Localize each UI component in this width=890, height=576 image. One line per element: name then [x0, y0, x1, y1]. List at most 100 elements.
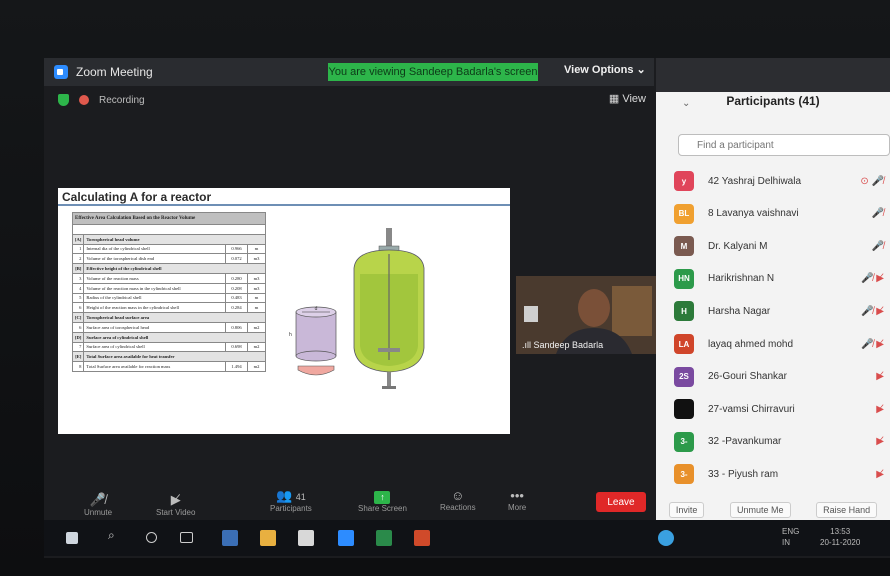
reactions-label: Reactions	[440, 503, 476, 512]
leave-button[interactable]: Leave	[596, 492, 646, 512]
taskbar-clock[interactable]: 13:53 20-11-2020	[820, 526, 860, 548]
outlet-valve	[387, 372, 391, 386]
participants-icon: 👥 41	[275, 488, 306, 503]
slide-title: Calculating A for a reactor	[62, 190, 212, 204]
height-label: h	[289, 332, 292, 338]
table-row: 7 Surface area of cylindrical shell 0.698 m…	[71, 341, 266, 353]
participants-button[interactable]: 👥 41 Participants	[270, 488, 312, 513]
unmute-label: Unmute	[84, 508, 113, 517]
participant-row[interactable]: 3- 32 -Pavankumar ▶̸	[674, 431, 890, 453]
participant-search-input[interactable]	[678, 134, 890, 156]
clock-time: 13:53	[830, 527, 851, 536]
lang-top: ENG	[782, 527, 800, 536]
participants-footer: Invite Unmute Me Raise Hand	[656, 498, 890, 522]
share-label: Share Screen	[358, 504, 407, 513]
table-cell-label: Surface area of cylindrical shell	[83, 331, 266, 343]
participant-row[interactable]: 2S 26-Gouri Shankar ▶̸	[674, 366, 890, 388]
excel-icon[interactable]	[376, 530, 392, 546]
more-dots-icon: •••	[510, 488, 524, 503]
table-cell-unit: m2	[247, 341, 266, 353]
store-icon[interactable]	[298, 530, 314, 546]
avatar: M	[674, 236, 694, 257]
unmute-button[interactable]: 🎤̸ Unmute	[84, 492, 112, 517]
table-cell-unit: m2	[247, 361, 266, 372]
participant-row[interactable]: M Dr. Kalyani M 🎤̸	[674, 235, 890, 257]
table-cell-num: 8	[71, 361, 85, 372]
share-screen-button[interactable]: ↑ Share Screen	[358, 488, 407, 513]
table-row: 8 Total Surface area available for reacti…	[71, 361, 266, 372]
table-cell-num: [A]	[71, 233, 85, 245]
avatar: LA	[674, 334, 694, 354]
table-cell-unit: m3	[247, 253, 266, 265]
table-spacer-row	[72, 224, 266, 235]
participant-row[interactable]: 27-vamsi Chirravuri ▶̸	[674, 398, 890, 420]
table-cell-value: 0.208	[225, 282, 248, 294]
participants-count: 41	[295, 492, 306, 502]
table-cell-value: 0.280	[225, 272, 248, 284]
start-video-button[interactable]: ▶̸ Start Video	[156, 492, 195, 517]
table-cell-num: 6	[71, 321, 85, 333]
table-cell-unit: m	[247, 243, 266, 255]
table-cell-unit: m	[247, 292, 266, 304]
agitator-motor	[386, 228, 392, 246]
raise-hand-button[interactable]: Raise Hand	[816, 502, 878, 518]
unmute-me-button[interactable]: Unmute Me	[729, 502, 791, 518]
table-row: [D] Surface area of cylindrical shell	[71, 331, 266, 343]
table-cell-num: 4	[71, 282, 85, 294]
table-cell-label: Volume of the torospherical dish end	[83, 253, 226, 265]
participant-name: 32 -Pavankumar	[708, 436, 782, 448]
file-explorer-icon[interactable]	[260, 530, 276, 546]
participant-name: Harikrishnan N	[708, 273, 775, 285]
help-icon[interactable]	[658, 530, 674, 546]
participant-row[interactable]: y 42 Yashraj Delhiwala ⊙ 🎤̸	[674, 170, 890, 192]
participant-row[interactable]: HN Harikrishnan N 🎤̸ ▶̸	[674, 268, 890, 290]
view-label: View	[622, 93, 646, 105]
shared-slide: Calculating A for a reactor Effective Ar…	[58, 188, 510, 434]
table-cell-unit: m	[247, 302, 266, 314]
dish-end-shape	[297, 365, 335, 376]
zoom-window: Zoom Meeting You are viewing Sandeep Bad…	[44, 58, 890, 558]
window-titlebar: Zoom Meeting You are viewing Sandeep Bad…	[44, 58, 654, 86]
participants-title: Participants (41)	[726, 94, 820, 108]
reactions-button[interactable]: ☺ Reactions	[440, 488, 476, 512]
participant-row[interactable]: 3- 33 - Piyush ram ▶̸	[674, 463, 890, 485]
mute-status-icon: 🎤̸ ▶̸	[861, 273, 884, 285]
table-cell-num: 2	[71, 253, 85, 265]
windows-start-icon[interactable]	[66, 532, 78, 544]
meeting-toolbar: 🎤̸ Unmute ▶̸ Start Video 👥 41 Participants …	[44, 486, 654, 522]
more-button[interactable]: ••• More	[508, 488, 526, 512]
avatar: y	[674, 171, 694, 191]
grid-icon: ▦	[608, 93, 623, 105]
invite-button[interactable]: Invite	[668, 502, 705, 518]
clock-date: 20-11-2020	[820, 538, 861, 547]
powerpoint-icon[interactable]	[414, 530, 430, 546]
table-cell-num: [B]	[71, 263, 85, 274]
mute-status-icon: ▶̸	[876, 468, 884, 480]
shield-icon[interactable]	[58, 94, 69, 106]
table-cell-num: [D]	[71, 331, 85, 343]
search-icon[interactable]: ⌕	[108, 528, 124, 544]
participant-row[interactable]: LA layaq ahmed mohd 🎤̸ ▶̸	[674, 333, 890, 355]
view-button[interactable]: ▦ View	[609, 92, 646, 105]
table-cell-value: 1.494	[225, 361, 248, 372]
mute-status-icon: ⊙ 🎤̸	[860, 175, 884, 187]
zoom-taskbar-icon[interactable]	[338, 530, 354, 546]
cortana-icon[interactable]	[146, 532, 157, 543]
participants-panel: ⌄ Participants (41) ⌕ y42 Yashraj Delhiw…	[656, 58, 890, 528]
table-cell-label: Volume of the reaction mass	[83, 272, 226, 284]
participants-label: Participants	[270, 504, 312, 513]
impeller	[378, 348, 400, 352]
participant-row[interactable]: BL 8 Lavanya vaishnavi 🎤̸	[674, 203, 890, 225]
table-row: [C] Torospherical head surface area	[71, 312, 266, 323]
table-row: 2 Volume of the torospherical dish end 0.0…	[71, 253, 266, 265]
video-tile[interactable]: .ıll Sandeep Badarla	[516, 276, 656, 354]
table-cell-label: Total Surface area available for reactio…	[83, 361, 226, 372]
participant-name: Dr. Kalyani M	[708, 240, 768, 252]
app-icon-1[interactable]	[222, 530, 238, 546]
avatar: BL	[674, 203, 694, 224]
view-options-button[interactable]: View Options ⌄	[564, 63, 646, 76]
lang-bottom: IN	[782, 538, 790, 547]
task-view-icon[interactable]	[180, 532, 193, 543]
language-indicator[interactable]: ENG IN	[782, 526, 799, 548]
participant-row[interactable]: H Harsha Nagar 🎤̸ ▶̸	[674, 300, 890, 322]
